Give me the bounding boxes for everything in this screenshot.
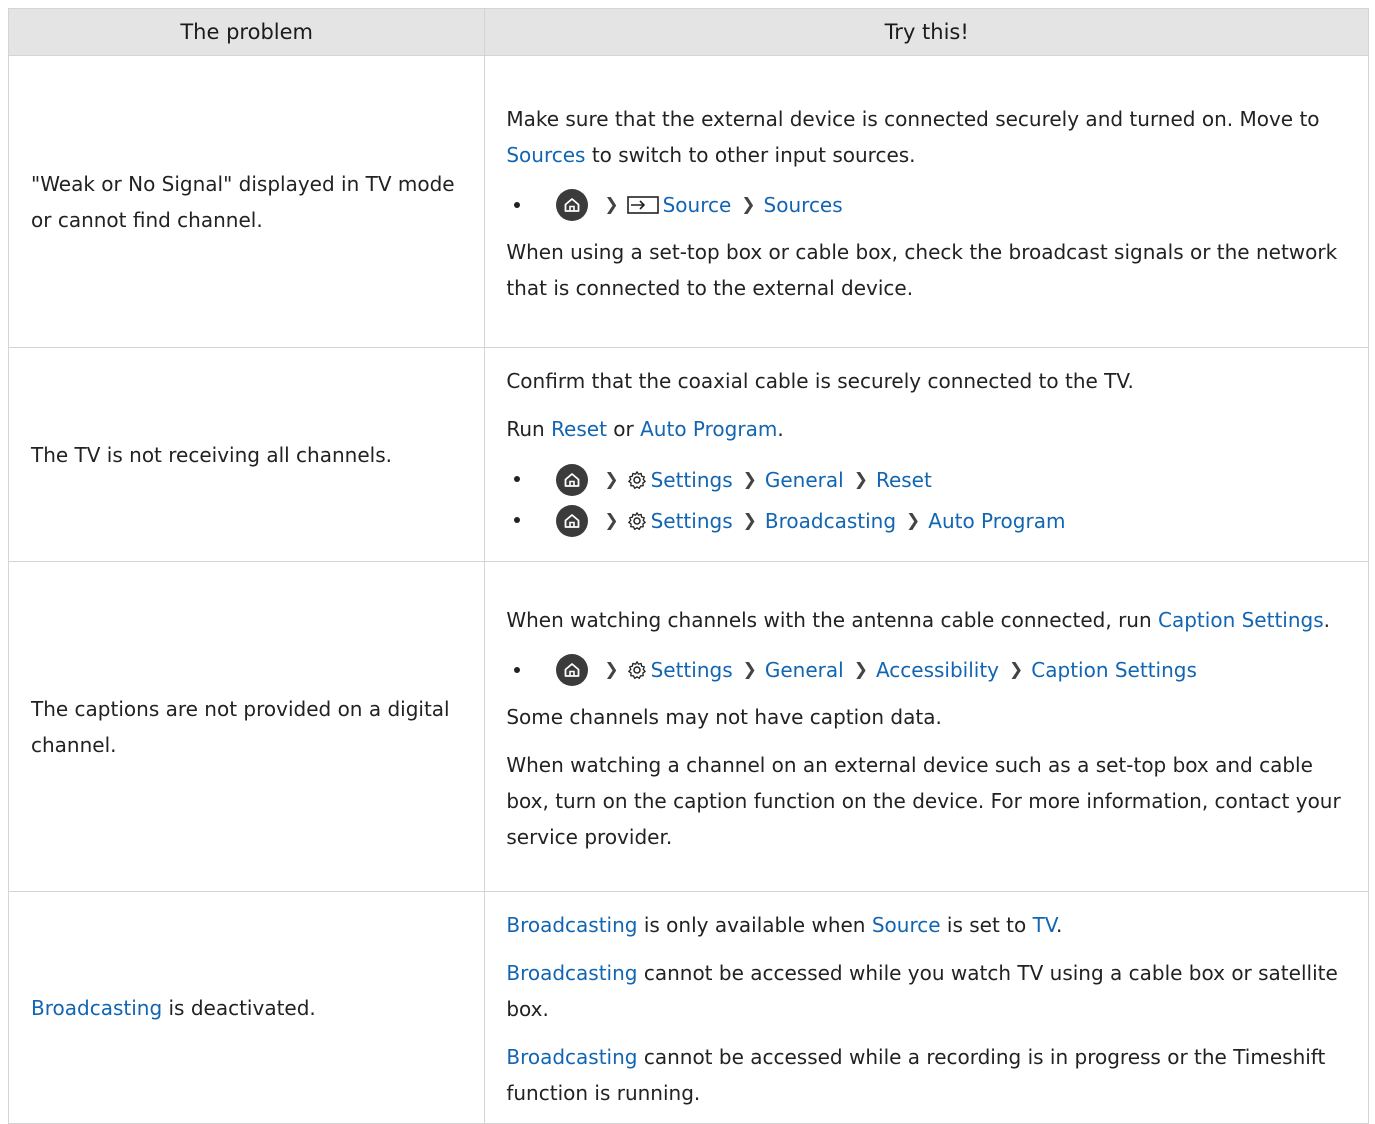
solution-paragraph: Run Reset or Auto Program. — [506, 411, 1350, 447]
caption-settings-link[interactable]: Caption Settings — [1158, 608, 1324, 632]
table-header-row: The problem Try this! — [7, 8, 1369, 56]
chevron-right-icon: ❯ — [853, 469, 868, 490]
solution-paragraph: When watching channels with the antenna … — [506, 602, 1350, 638]
path-step-sources[interactable]: Sources — [764, 187, 843, 223]
text: to switch to other input sources. — [585, 142, 916, 167]
chevron-right-icon: ❯ — [604, 660, 619, 680]
troubleshooting-table: The problem Try this! "Weak or No Signal… — [7, 8, 1369, 1124]
broadcasting-link[interactable]: Broadcasting — [506, 961, 637, 985]
broadcasting-link[interactable]: Broadcasting — [506, 1045, 637, 1069]
chevron-right-icon: ❯ — [853, 660, 868, 680]
home-icon — [556, 504, 589, 537]
problem-cell: "Weak or No Signal" displayed in TV mode… — [7, 55, 486, 348]
menu-path-list: ❯ Settings ❯ General ❯ Reset ❯ Settings … — [506, 459, 1350, 541]
solution-cell: When watching channels with the antenna … — [484, 561, 1369, 892]
text: is only available when — [637, 913, 872, 937]
text: . — [777, 417, 784, 441]
path-step-settings[interactable]: Settings — [651, 652, 733, 688]
header-problem: The problem — [7, 8, 486, 56]
menu-path: ❯ Settings ❯ General ❯ Reset — [506, 459, 1350, 500]
problem-cell: Broadcasting is deactivated. — [7, 891, 486, 1124]
menu-path: ❯ Source ❯ Sources — [506, 185, 1350, 226]
home-icon — [556, 463, 589, 496]
reset-link[interactable]: Reset — [551, 417, 607, 441]
source-link[interactable]: Source — [872, 913, 941, 937]
header-try-this: Try this! — [484, 8, 1369, 56]
solution-cell: Broadcasting is only available when Sour… — [484, 891, 1369, 1124]
path-step-broadcasting[interactable]: Broadcasting — [765, 503, 896, 539]
chevron-right-icon: ❯ — [741, 195, 756, 215]
menu-path: ❯ Settings ❯ Broadcasting ❯ Auto Program — [506, 500, 1350, 541]
home-icon — [556, 654, 589, 686]
menu-path-list: ❯ Settings ❯ General ❯ Accessibility ❯ C… — [506, 650, 1350, 691]
solution-paragraph: Broadcasting cannot be accessed while a … — [506, 1039, 1350, 1111]
path-step-general[interactable]: General — [765, 652, 844, 688]
solution-paragraph: Confirm that the coaxial cable is secure… — [506, 369, 1134, 393]
chevron-right-icon: ❯ — [742, 469, 757, 490]
solution-paragraph: Make sure that the external device is co… — [506, 101, 1350, 173]
menu-path-list: ❯ Source ❯ Sources — [506, 185, 1350, 226]
chevron-right-icon: ❯ — [742, 510, 757, 531]
text: is set to — [940, 913, 1033, 937]
chevron-right-icon: ❯ — [604, 510, 619, 531]
problem-cell: The TV is not receiving all channels. — [7, 347, 486, 562]
path-step-general[interactable]: General — [765, 462, 844, 498]
text: When watching channels with the antenna … — [506, 607, 1159, 632]
path-step-source[interactable]: Source — [663, 187, 732, 223]
table-row: The captions are not provided on a digit… — [7, 561, 1369, 892]
gear-icon — [627, 470, 647, 490]
tv-link[interactable]: TV — [1033, 913, 1056, 937]
path-step-caption-settings[interactable]: Caption Settings — [1031, 652, 1197, 688]
text: is deactivated. — [162, 995, 316, 1020]
table-row: The TV is not receiving all channels. Co… — [7, 347, 1369, 562]
gear-icon — [627, 511, 647, 531]
source-icon — [626, 195, 659, 215]
text: Run — [506, 417, 552, 441]
solution-paragraph: Broadcasting is only available when Sour… — [506, 907, 1350, 943]
path-step-reset[interactable]: Reset — [876, 462, 932, 498]
gear-icon — [627, 660, 647, 680]
path-step-settings[interactable]: Settings — [651, 503, 733, 539]
table-row: "Weak or No Signal" displayed in TV mode… — [7, 55, 1369, 348]
chevron-right-icon: ❯ — [906, 510, 921, 531]
chevron-right-icon: ❯ — [1009, 660, 1024, 680]
solution-paragraph: Some channels may not have caption data. — [506, 704, 942, 729]
solution-paragraph: When watching a channel on an external d… — [506, 752, 1341, 849]
home-icon — [556, 189, 589, 221]
solution-cell: Make sure that the external device is co… — [484, 55, 1369, 348]
menu-path: ❯ Settings ❯ General ❯ Accessibility ❯ C… — [506, 650, 1350, 691]
broadcasting-link[interactable]: Broadcasting — [31, 996, 162, 1020]
problem-cell: The captions are not provided on a digit… — [7, 561, 486, 892]
text: Make sure that the external device is co… — [506, 106, 1320, 131]
solution-paragraph: When using a set-top box or cable box, c… — [506, 239, 1338, 300]
text: . — [1323, 607, 1330, 632]
chevron-right-icon: ❯ — [742, 660, 757, 680]
text: or — [606, 417, 641, 441]
path-step-accessibility[interactable]: Accessibility — [876, 652, 999, 688]
chevron-right-icon: ❯ — [604, 469, 619, 490]
broadcasting-link[interactable]: Broadcasting — [506, 913, 637, 937]
chevron-right-icon: ❯ — [604, 195, 619, 215]
solution-cell: Confirm that the coaxial cable is secure… — [484, 347, 1369, 562]
path-step-settings[interactable]: Settings — [651, 462, 733, 498]
solution-paragraph: Broadcasting cannot be accessed while yo… — [506, 955, 1350, 1027]
sources-link[interactable]: Sources — [506, 143, 585, 167]
table-row: Broadcasting is deactivated. Broadcastin… — [7, 891, 1369, 1124]
auto-program-link[interactable]: Auto Program — [640, 417, 777, 441]
text: . — [1055, 913, 1063, 937]
path-step-auto-program[interactable]: Auto Program — [928, 503, 1065, 539]
